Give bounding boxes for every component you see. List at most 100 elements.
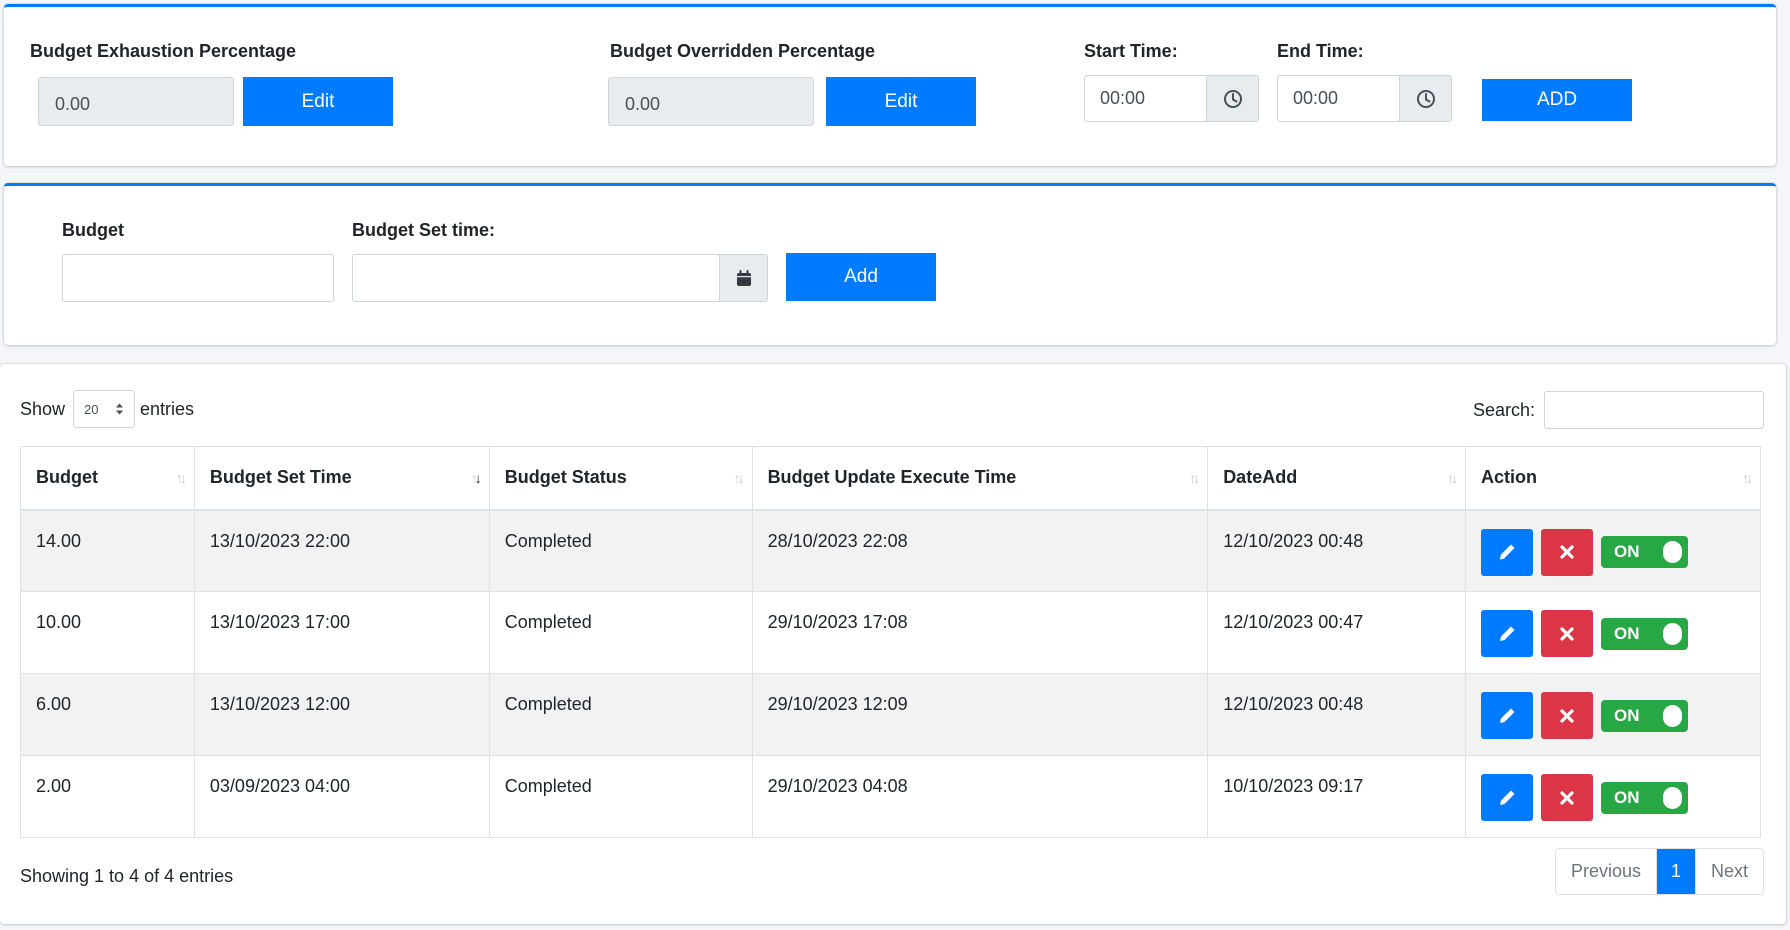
table-row: 6.00 13/10/2023 12:00 Completed 29/10/20… (20, 673, 1761, 756)
budget-input[interactable] (62, 254, 334, 302)
sort-arrows-icon: ↑↓ (470, 469, 482, 486)
clock-icon[interactable] (1399, 76, 1451, 121)
cell-budget: 2.00 (20, 755, 195, 838)
cell-date-add: 12/10/2023 00:47 (1207, 591, 1467, 674)
column-header-execute-time[interactable]: Budget Update Execute Time ↑↓ (751, 446, 1209, 511)
previous-page-button[interactable]: Previous (1555, 849, 1656, 894)
end-time-value[interactable]: 00:00 (1278, 76, 1399, 121)
select-arrows-icon (116, 403, 124, 415)
overridden-edit-button[interactable]: Edit (826, 77, 976, 126)
exhaustion-label: Budget Exhaustion Percentage (30, 41, 297, 61)
delete-button[interactable] (1541, 528, 1594, 576)
show-label: Show (20, 398, 66, 419)
overridden-input[interactable]: 0.00 (608, 77, 814, 126)
column-header-budget-set-time[interactable]: Budget Set Time ↑↓ (193, 446, 490, 511)
cell-action: ON (1465, 509, 1761, 592)
page-size-select[interactable]: 20 (73, 390, 136, 428)
pagination: Previous 1 Next (1554, 848, 1764, 895)
search-control: Search: (1473, 391, 1764, 429)
table-info: Showing 1 to 4 of 4 entries (20, 866, 234, 886)
toggle-knob (1663, 541, 1683, 563)
add-time-button[interactable]: ADD (1482, 79, 1632, 121)
sort-arrows-icon: ↑↓ (1742, 469, 1753, 486)
cell-budget: 6.00 (20, 673, 195, 756)
cell-execute-time: 29/10/2023 12:09 (751, 673, 1209, 756)
budget-set-time-picker[interactable] (352, 254, 768, 302)
budget-set-time-input[interactable] (353, 255, 719, 301)
column-header-date-add[interactable]: DateAdd ↑↓ (1207, 446, 1467, 511)
cell-action: ON (1465, 673, 1761, 756)
status-toggle[interactable]: ON (1601, 699, 1689, 732)
cell-status: Completed (488, 591, 753, 674)
pencil-icon (1499, 544, 1515, 560)
status-toggle[interactable]: ON (1601, 536, 1689, 568)
cell-set-time: 13/10/2023 22:00 (193, 509, 490, 592)
sort-arrows-icon: ↑↓ (175, 469, 187, 486)
start-time-value[interactable]: 00:00 (1085, 76, 1206, 121)
calendar-icon[interactable] (719, 255, 767, 301)
start-time-label: Start Time: (1084, 41, 1178, 61)
sort-arrows-icon: ↑↓ (1189, 469, 1200, 486)
column-header-budget-status[interactable]: Budget Status ↑↓ (488, 446, 753, 511)
toggle-knob (1663, 704, 1683, 727)
cell-date-add: 12/10/2023 00:48 (1207, 673, 1467, 756)
delete-button[interactable] (1541, 692, 1594, 739)
start-time-picker[interactable]: 00:00 (1084, 75, 1259, 122)
pencil-icon (1500, 626, 1515, 641)
table-header-row: Budget ↑↓ Budget Set Time ↑↓ Budget Status… (20, 446, 1761, 511)
cell-execute-time: 28/10/2023 22:08 (751, 509, 1209, 592)
times-icon (1560, 545, 1574, 559)
table-row: 10.00 13/10/2023 17:00 Completed 29/10/2… (20, 591, 1761, 674)
end-time-label: End Time: (1277, 41, 1364, 61)
column-header-action[interactable]: Action ↑↓ (1465, 446, 1761, 511)
cell-status: Completed (488, 509, 753, 592)
settings-card: Budget Exhaustion Percentage 0.00 Edit B… (4, 4, 1776, 166)
search-label: Search: (1472, 399, 1535, 420)
pencil-icon (1500, 708, 1515, 723)
toggle-knob (1663, 622, 1683, 645)
page-size-control: Show 20 entries (20, 390, 194, 428)
budget-set-time-label: Budget Set time: (352, 220, 496, 240)
end-time-picker[interactable]: 00:00 (1277, 75, 1452, 122)
sort-arrows-icon: ↑↓ (1447, 469, 1458, 486)
status-toggle[interactable]: ON (1601, 617, 1689, 650)
cell-date-add: 10/10/2023 09:17 (1207, 755, 1467, 838)
cell-date-add: 12/10/2023 00:48 (1207, 509, 1467, 592)
page-button-current[interactable]: 1 (1655, 849, 1695, 894)
table-row: 14.00 13/10/2023 22:00 Completed 28/10/2… (20, 509, 1761, 592)
cell-execute-time: 29/10/2023 04:08 (751, 755, 1209, 838)
cell-set-time: 03/09/2023 04:00 (193, 755, 490, 838)
times-icon (1560, 626, 1574, 641)
cell-status: Completed (488, 673, 753, 756)
next-page-button[interactable]: Next (1694, 849, 1763, 894)
edit-button[interactable] (1481, 774, 1534, 821)
edit-button[interactable] (1481, 692, 1534, 739)
entries-label: entries (140, 398, 195, 419)
budget-add-button[interactable]: Add (786, 253, 936, 301)
status-toggle[interactable]: ON (1601, 781, 1689, 814)
delete-button[interactable] (1541, 774, 1594, 821)
clock-icon[interactable] (1206, 76, 1258, 121)
cell-set-time: 13/10/2023 17:00 (193, 591, 490, 674)
search-input[interactable] (1544, 391, 1764, 429)
budget-table: Budget ↑↓ Budget Set Time ↑↓ Budget Status… (20, 446, 1761, 838)
delete-button[interactable] (1541, 610, 1594, 657)
cell-action: ON (1465, 755, 1761, 838)
edit-button[interactable] (1481, 610, 1534, 657)
column-header-budget[interactable]: Budget ↑↓ (20, 446, 195, 511)
cell-status: Completed (488, 755, 753, 838)
table-row: 2.00 03/09/2023 04:00 Completed 29/10/20… (20, 755, 1761, 838)
exhaustion-edit-button[interactable]: Edit (243, 77, 393, 126)
times-icon (1560, 708, 1574, 723)
cell-budget: 14.00 (20, 509, 195, 592)
budget-form-card: Budget Budget Set time: Add (4, 183, 1776, 345)
cell-set-time: 13/10/2023 12:00 (193, 673, 490, 756)
overridden-label: Budget Overridden Percentage (610, 41, 876, 61)
edit-button[interactable] (1481, 528, 1534, 576)
exhaustion-input[interactable]: 0.00 (38, 77, 234, 126)
toggle-knob (1663, 786, 1683, 809)
pencil-icon (1500, 790, 1515, 805)
cell-execute-time: 29/10/2023 17:08 (751, 591, 1209, 674)
cell-action: ON (1465, 591, 1761, 674)
times-icon (1560, 790, 1574, 805)
